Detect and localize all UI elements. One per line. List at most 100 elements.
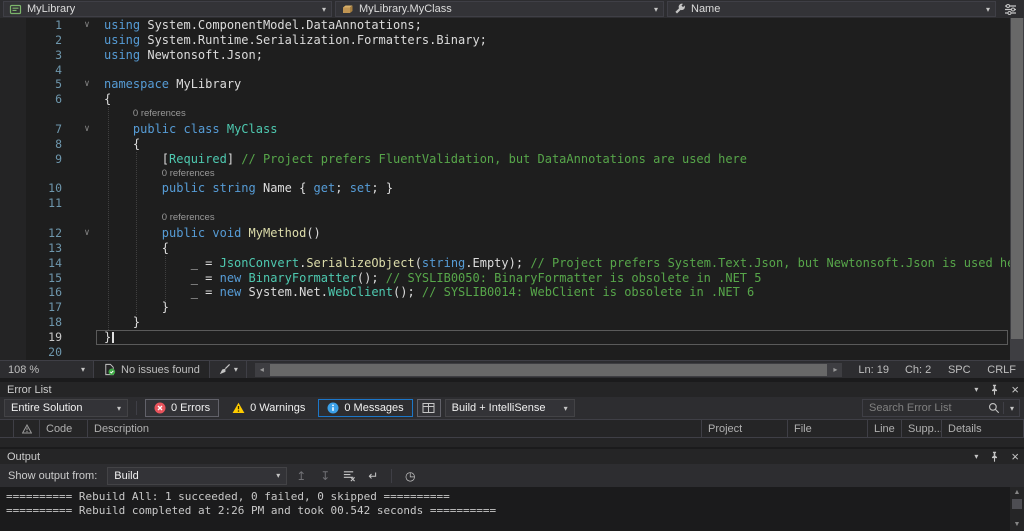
document-health-indicator[interactable]: No issues found [94,361,210,378]
code-row: 8 { [0,137,1010,152]
columns-options-button[interactable] [417,399,441,417]
fold-gutter [78,152,96,167]
scrollbar-thumb[interactable] [1011,18,1023,339]
output-title-bar[interactable]: Output ▾ × [0,449,1024,464]
chevron-down-icon: ▾ [316,5,326,14]
code-row: 15 _ = new BinaryFormatter(); // SYSLIB0… [0,271,1010,286]
member-dropdown[interactable]: Name ▾ [667,1,996,17]
project-dropdown[interactable]: MyLibrary ▾ [3,1,332,17]
csharp-project-icon [9,3,22,16]
line-number: 9 [0,152,78,167]
error-list-search-input[interactable] [863,402,988,414]
fold-gutter [78,345,96,360]
code-row: 20 [0,345,1010,360]
column-header-supp[interactable]: Supp... [902,420,942,437]
error-list-toolbar: Entire Solution ▾ 0 Errors 0 Warnings [0,397,1024,419]
codelens-row: 0 references [0,107,1010,122]
line-indicator[interactable]: Ln: 19 [850,364,897,376]
column-header-line[interactable]: Line [868,420,902,437]
column-indicator[interactable]: Ch: 2 [897,364,939,376]
fold-gutter [78,285,96,300]
clock-icon[interactable]: ◷ [400,467,420,485]
code-cleanup-button[interactable]: ▾ [210,361,247,378]
code-row: 10 public string Name { get; set; } [0,181,1010,196]
scope-dropdown[interactable]: Entire Solution ▾ [4,399,128,417]
fold-gutter [78,330,96,345]
output-source-label: Show output from: [4,470,103,482]
scrollbar-track[interactable] [269,363,828,377]
scroll-left-icon[interactable]: ◂ [255,363,269,377]
editor-vertical-scrollbar[interactable] [1010,18,1024,360]
prev-message-icon[interactable]: ↥ [291,467,311,485]
column-header-description[interactable]: Description [88,420,702,437]
clear-all-icon[interactable] [339,467,359,485]
next-message-icon[interactable]: ↧ [315,467,335,485]
fold-gutter [78,315,96,330]
close-icon[interactable]: × [1011,384,1019,395]
window-menu-icon[interactable]: ▾ [974,452,978,461]
fold-gutter [78,241,96,256]
code-line-text: using System.ComponentModel.DataAnnotati… [96,18,1010,33]
warnings-filter-button[interactable]: 0 Warnings [223,399,314,417]
zoom-control[interactable]: 108 % ▾ [0,361,94,378]
codelens-references[interactable]: 0 references [96,211,1010,226]
chevron-down-icon: ▾ [558,404,568,413]
fold-gutter [78,300,96,315]
code-editor[interactable]: 1∨using System.ComponentModel.DataAnnota… [0,18,1024,360]
line-number [0,167,78,182]
chevron-down-icon[interactable]: ▾ [1007,404,1017,413]
code-line-text: [Required] // Project prefers FluentVali… [96,152,1010,167]
column-header-details[interactable]: Details [942,420,1024,437]
panel-title: Output [7,451,40,463]
code-row: 4 [0,63,1010,78]
line-number: 8 [0,137,78,152]
line-number: 10 [0,181,78,196]
scrollbar-track[interactable] [1010,499,1024,519]
close-icon[interactable]: × [1011,451,1019,462]
pin-icon[interactable] [989,384,1000,395]
output-console[interactable]: ========== Rebuild All: 1 succeeded, 0 f… [0,487,1024,531]
window-menu-icon[interactable]: ▾ [974,385,978,394]
scrollbar-thumb[interactable] [1012,499,1022,509]
line-number: 14 [0,256,78,271]
errors-filter-button[interactable]: 0 Errors [145,399,219,417]
chevron-down-icon: ▾ [234,365,238,374]
scroll-right-icon[interactable]: ▸ [828,363,842,377]
code-rows[interactable]: 1∨using System.ComponentModel.DataAnnota… [0,18,1010,360]
line-ending-indicator[interactable]: CRLF [979,364,1024,376]
scroll-up-icon[interactable]: ▲ [1010,487,1024,499]
fold-marker-icon[interactable]: ∨ [78,18,96,33]
fold-marker-icon[interactable]: ∨ [78,122,96,137]
column-header-file[interactable]: File [788,420,868,437]
fold-gutter [78,137,96,152]
scrollbar-thumb[interactable] [270,364,827,376]
fold-marker-icon[interactable]: ∨ [78,226,96,241]
search-icon[interactable] [988,402,1000,414]
info-icon [327,402,339,414]
scroll-down-icon[interactable]: ▼ [1010,519,1024,531]
navigation-bar: MyLibrary ▾ MyLibrary.MyClass ▾ Name ▾ [0,0,1024,18]
messages-filter-button[interactable]: 0 Messages [318,399,412,417]
line-number [0,107,78,122]
member-dropdown-label: Name [691,3,720,15]
error-list-body[interactable] [0,438,1024,447]
type-dropdown[interactable]: MyLibrary.MyClass ▾ [335,1,664,17]
error-list-title-bar[interactable]: Error List ▾ × [0,382,1024,397]
editor-horizontal-scrollbar[interactable]: ◂ ▸ [255,363,842,377]
word-wrap-icon[interactable]: ↵ [363,467,383,485]
codelens-references[interactable]: 0 references [96,107,1010,122]
output-source-dropdown[interactable]: Build ▾ [107,467,287,485]
fold-gutter [78,167,96,182]
output-scrollbar[interactable]: ▲ ▼ [1010,487,1024,531]
pin-icon[interactable] [989,451,1000,462]
codelens-references[interactable]: 0 references [96,167,1010,182]
editor-options-icon[interactable] [999,1,1021,17]
insert-mode-indicator[interactable]: SPC [939,364,979,376]
source-dropdown[interactable]: Build + IntelliSense ▾ [445,399,575,417]
column-header-code[interactable]: Code [40,420,88,437]
code-row: 5∨namespace MyLibrary [0,77,1010,92]
fold-marker-icon[interactable]: ∨ [78,77,96,92]
severity-column-header[interactable] [14,420,40,437]
column-header-project[interactable]: Project [702,420,788,437]
row-select-column-header[interactable] [0,420,14,437]
